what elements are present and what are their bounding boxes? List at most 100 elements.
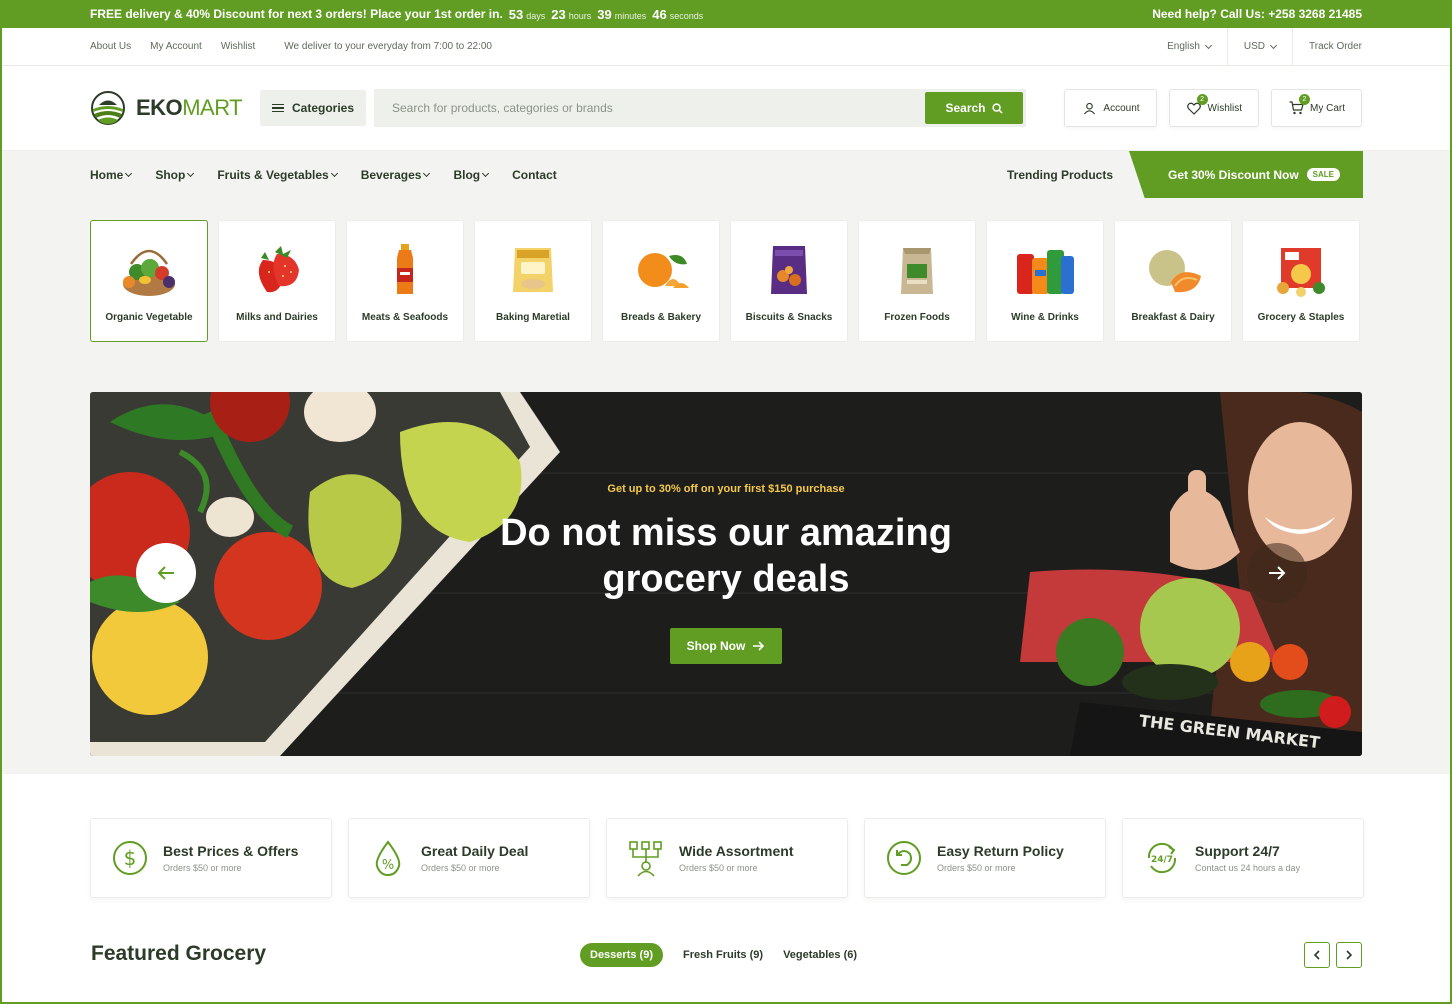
promo-bar: FREE delivery & 40% Discount for next 3 … xyxy=(0,0,1452,28)
feature-title: Great Daily Deal xyxy=(421,843,529,859)
category-card[interactable]: Milks and Dairies xyxy=(218,220,336,342)
category-card[interactable]: Frozen Foods xyxy=(858,220,976,342)
orange-icon xyxy=(638,253,689,288)
return-icon xyxy=(887,841,921,875)
language-dropdown[interactable]: English xyxy=(1151,28,1227,65)
search-icon xyxy=(991,102,1003,114)
countdown-hours: 23 hours xyxy=(551,6,592,22)
category-label: Wine & Drinks xyxy=(1011,312,1079,323)
category-label: Milks and Dairies xyxy=(236,312,318,323)
logo-icon xyxy=(91,91,125,125)
main-nav: Home Shop Fruits & Vegetables Beverages … xyxy=(2,150,1450,199)
arrow-left-icon xyxy=(157,566,174,580)
features-row: $ Best Prices & Offers Orders $50 or more… xyxy=(90,818,1364,898)
menu-icon xyxy=(271,104,284,112)
currency-dropdown[interactable]: USD xyxy=(1228,28,1292,65)
tab-fresh-fruits[interactable]: Fresh Fruits (9) xyxy=(683,949,763,961)
user-icon xyxy=(1083,102,1095,114)
nav-contact[interactable]: Contact xyxy=(512,168,557,182)
juice-bottle-icon xyxy=(397,244,413,294)
category-card[interactable]: Breads & Bakery xyxy=(602,220,720,342)
categories-label: Categories xyxy=(291,101,355,115)
soda-cans-icon xyxy=(1017,250,1074,294)
utility-bar: About Us My Account Wishlist We deliver … xyxy=(2,28,1450,66)
featured-pager xyxy=(1304,942,1362,968)
next-page-button[interactable] xyxy=(1336,942,1362,968)
chevron-left-icon xyxy=(1313,950,1320,960)
feature-title: Support 24/7 xyxy=(1195,843,1280,859)
cart-button[interactable]: 2 My Cart xyxy=(1271,89,1362,127)
categories-button[interactable]: Categories xyxy=(260,90,366,126)
search-button[interactable]: Search xyxy=(925,92,1023,124)
feature-card: 24/7 Support 24/7 Contact us 24 hours a d… xyxy=(1122,818,1364,898)
search-bar: Search xyxy=(374,89,1026,127)
shop-now-button[interactable]: Shop Now xyxy=(670,628,782,664)
category-label: Breakfast & Dairy xyxy=(1131,312,1215,323)
svg-text:$: $ xyxy=(124,846,137,870)
category-card[interactable]: Wine & Drinks xyxy=(986,220,1104,342)
account-button[interactable]: Account xyxy=(1064,89,1157,127)
hero-title: Do not miss our amazing grocery deals xyxy=(500,512,952,600)
countdown-minutes: 39 minutes xyxy=(597,6,647,22)
header-actions: Account 2 Wishlist 2 My Cart xyxy=(1064,89,1362,127)
hero-banner: THE GREEN MARKET Get up to 30% off on yo… xyxy=(90,392,1362,756)
nav-home[interactable]: Home xyxy=(90,168,133,182)
sale-badge: SALE xyxy=(1306,168,1341,181)
category-label: Frozen Foods xyxy=(884,312,950,323)
wishlist-label: Wishlist xyxy=(1207,102,1242,114)
promo-text: FREE delivery & 40% Discount for next 3 … xyxy=(90,7,503,21)
countdown-seconds: 46 seconds xyxy=(652,6,704,22)
search-input[interactable] xyxy=(392,101,912,115)
paper-bag-icon xyxy=(901,248,933,294)
wishlist-button[interactable]: 2 Wishlist xyxy=(1168,89,1259,127)
nav-beverages[interactable]: Beverages xyxy=(361,168,431,182)
wishlist-count-badge: 2 xyxy=(1196,94,1208,105)
wishlist-link[interactable]: Wishlist xyxy=(221,41,255,52)
logo[interactable]: EKOMART xyxy=(90,90,260,126)
chevron-down-icon xyxy=(330,169,338,177)
carousel-next-button[interactable] xyxy=(1247,543,1307,603)
feature-title: Wide Assortment xyxy=(679,843,794,859)
chevron-down-icon xyxy=(1269,41,1278,49)
support-24-icon: 24/7 xyxy=(1147,842,1177,874)
feature-subtitle: Orders $50 or more xyxy=(163,863,242,873)
tab-vegetables[interactable]: Vegetables (6) xyxy=(783,949,857,961)
category-card[interactable]: Organic Vegetable xyxy=(90,220,208,342)
flour-bag-icon xyxy=(513,248,553,292)
discount-banner-button[interactable]: Get 30% Discount Now SALE xyxy=(1129,150,1363,199)
dollar-icon: $ xyxy=(113,841,147,875)
category-card[interactable]: Biscuits & Snacks xyxy=(730,220,848,342)
nav-fruits-vegetables[interactable]: Fruits & Vegetables xyxy=(217,168,338,182)
category-section: Organic Vegetable Milks and Dairies Meat… xyxy=(2,198,1450,774)
category-card[interactable]: Grocery & Staples xyxy=(1242,220,1360,342)
category-label: Grocery & Staples xyxy=(1257,312,1345,323)
nav-blog[interactable]: Blog xyxy=(453,168,490,182)
chevron-down-icon xyxy=(125,169,133,177)
featured-tabs: Desserts (9) Fresh Fruits (9) Vegetables… xyxy=(580,943,857,967)
chevron-down-icon xyxy=(423,169,431,177)
tab-desserts[interactable]: Desserts (9) xyxy=(580,943,663,967)
header: EKOMART Categories Search Account 2 Wish… xyxy=(2,66,1450,150)
category-card[interactable]: Meats & Seafoods xyxy=(346,220,464,342)
feature-card: Wide Assortment Orders $50 or more xyxy=(606,818,848,898)
cart-count-badge: 2 xyxy=(1299,94,1310,105)
category-list: Organic Vegetable Milks and Dairies Meat… xyxy=(90,220,1360,342)
feature-subtitle: Contact us 24 hours a day xyxy=(1195,863,1301,873)
feature-card: Easy Return Policy Orders $50 or more xyxy=(864,818,1106,898)
help-phone[interactable]: Need help? Call Us: +258 3268 21485 xyxy=(1152,7,1362,21)
discount-label: Get 30% Discount Now xyxy=(1167,167,1299,182)
feature-card: % Great Daily Deal Orders $50 or more xyxy=(348,818,590,898)
prev-page-button[interactable] xyxy=(1304,942,1330,968)
carousel-prev-button[interactable] xyxy=(136,543,196,603)
category-label: Biscuits & Snacks xyxy=(745,312,833,323)
trending-products-link[interactable]: Trending Products xyxy=(1007,168,1113,182)
chevron-down-icon xyxy=(187,169,195,177)
feature-subtitle: Orders $50 or more xyxy=(421,863,500,873)
my-account-link[interactable]: My Account xyxy=(150,41,202,52)
track-order-link[interactable]: Track Order xyxy=(1293,41,1362,52)
nav-shop[interactable]: Shop xyxy=(155,168,195,182)
category-card[interactable]: Baking Maretial xyxy=(474,220,592,342)
chevron-right-icon xyxy=(1346,950,1353,960)
category-card[interactable]: Breakfast & Dairy xyxy=(1114,220,1232,342)
about-us-link[interactable]: About Us xyxy=(90,41,131,52)
